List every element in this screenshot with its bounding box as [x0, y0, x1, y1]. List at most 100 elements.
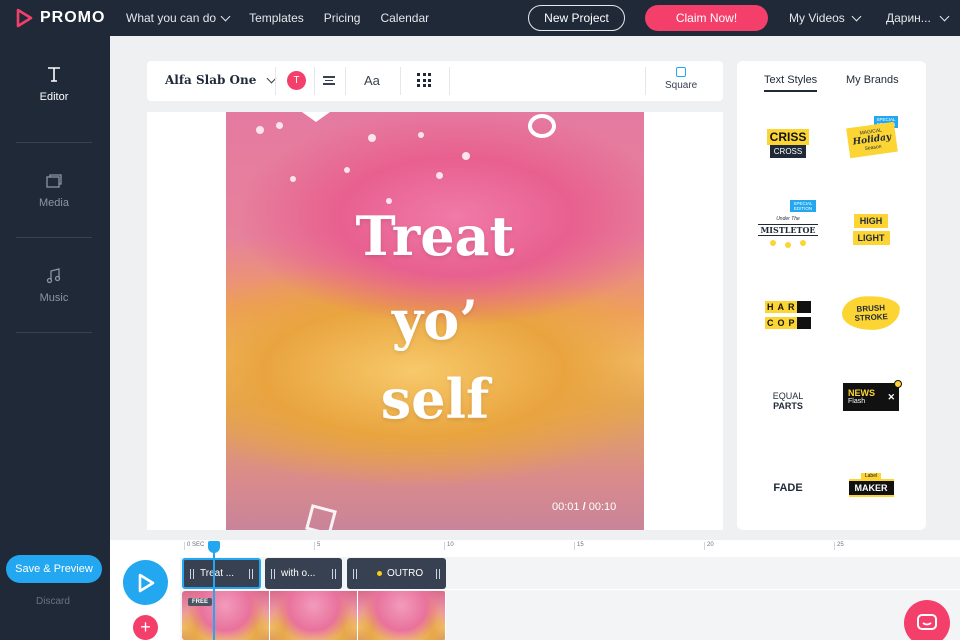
drag-handle-icon[interactable] [353, 568, 357, 579]
media-thumbnail [358, 591, 446, 640]
sidebar-item-music[interactable]: Music [16, 238, 92, 333]
text-toolbar: Alfa Slab One T Aa Square [147, 61, 723, 101]
discard-link[interactable]: Discard [0, 596, 106, 607]
style-under-the-mistletoe[interactable]: SPECIAL EDITION Under The MISTLETOE [756, 199, 820, 251]
video-preview[interactable]: Treat yo’ self 00:01 / 00:10 [226, 112, 644, 530]
my-videos-menu[interactable]: My Videos [789, 11, 862, 25]
drag-handle-icon[interactable] [249, 568, 253, 579]
divider [16, 332, 92, 333]
style-equal-parts[interactable]: EQUAL PARTS [756, 375, 820, 427]
time-readout: 00:01 / 00:10 [552, 501, 616, 513]
new-project-button[interactable]: New Project [528, 5, 625, 31]
ruler-tick: 5 [314, 542, 320, 550]
play-icon [138, 573, 154, 592]
sprinkle [290, 176, 296, 182]
sprinkle [436, 172, 443, 179]
style-criss-cross[interactable]: CRISS CROSS [756, 117, 820, 169]
style-brush-stroke[interactable]: BRUSH STROKE [839, 287, 903, 339]
drag-handle-icon[interactable] [332, 568, 336, 579]
chat-icon [917, 614, 937, 630]
divider [275, 67, 276, 95]
ruler-tick: 20 [704, 542, 714, 550]
top-bar: PROMO What you can do Templates Pricing … [0, 0, 960, 36]
decorative-square [305, 504, 337, 530]
style-magical-holiday[interactable]: SPECIAL EDITION MAGICAL Holiday Season [839, 111, 903, 163]
playhead[interactable] [213, 541, 215, 640]
divider [314, 67, 315, 95]
square-label: Square [665, 80, 698, 91]
style-high-light[interactable]: HIGH LIGHT [839, 203, 903, 255]
decorative-shape [302, 112, 330, 122]
headline-line-1[interactable]: Treat [226, 204, 644, 268]
font-size-button[interactable]: Aa [364, 73, 380, 88]
ornament-icon [785, 242, 791, 248]
headline-line-2[interactable]: yo’ [226, 288, 644, 352]
sidebar-item-label: Media [39, 196, 69, 209]
clip-with-o[interactable]: with o... [265, 558, 342, 589]
square-format-toggle[interactable]: Square [665, 67, 697, 91]
chat-button[interactable] [904, 600, 950, 640]
nav-label: Calendar [380, 11, 430, 25]
clip-outro[interactable]: OUTRO [347, 558, 446, 589]
media-clip[interactable] [182, 591, 446, 640]
sprinkle [256, 126, 264, 134]
drag-handle-icon[interactable] [271, 568, 275, 579]
sidebar-item-media[interactable]: Media [16, 143, 92, 238]
ornament-icon [800, 240, 806, 246]
nav-what-you-can-do[interactable]: What you can do [126, 11, 231, 25]
add-scene-button[interactable]: + [133, 615, 158, 640]
style-text: FADE [773, 482, 803, 494]
drag-handle-icon[interactable] [436, 568, 440, 579]
timeline-ruler: 0 SEC 5 10 15 20 25 [180, 540, 960, 556]
nav-calendar[interactable]: Calendar [380, 11, 429, 25]
style-text: Under The [776, 216, 800, 222]
clip-treat[interactable]: Treat ... [182, 558, 261, 589]
text-color-button[interactable]: T [287, 71, 306, 90]
nav-pricing[interactable]: Pricing [324, 11, 361, 25]
time-separator: / [582, 501, 586, 513]
divider [449, 67, 450, 95]
total-time: 00:10 [588, 501, 617, 513]
save-preview-button[interactable]: Save & Preview [6, 555, 102, 583]
ruler-tick: 0 SEC [184, 542, 204, 550]
claim-now-button[interactable]: Claim Now! [645, 5, 768, 31]
free-badge: FREE [188, 598, 213, 606]
logo[interactable]: PROMO [14, 8, 114, 28]
nav-templates[interactable]: Templates [249, 11, 304, 25]
sprinkle [344, 167, 350, 173]
music-note-icon [46, 267, 61, 283]
style-text: SPECIAL EDITION [790, 200, 816, 212]
sidebar-item-editor[interactable]: Editor [16, 36, 92, 131]
align-center-icon[interactable] [323, 74, 335, 86]
style-text: PARTS [773, 401, 803, 411]
style-fade[interactable]: FADE [756, 462, 820, 514]
divider [345, 67, 346, 95]
decorative-ring [528, 114, 556, 138]
ornament-icon [770, 240, 776, 246]
dot-icon [894, 380, 902, 388]
tab-my-brands[interactable]: My Brands [846, 74, 899, 90]
style-text: HARD [765, 301, 811, 313]
dot-icon [377, 571, 382, 576]
style-news-flash[interactable]: NEWS Flash ✕ [839, 371, 903, 423]
user-menu[interactable]: Дарин... [886, 11, 950, 25]
sidebar-item-label: Music [39, 291, 69, 304]
grid-layout-icon[interactable] [417, 73, 431, 87]
clip-label: Treat ... [200, 568, 235, 579]
playhead-handle[interactable] [208, 541, 220, 553]
play-button[interactable] [123, 560, 168, 605]
clip-label: with o... [281, 568, 316, 579]
tab-text-styles[interactable]: Text Styles [764, 74, 818, 92]
font-select[interactable]: Alfa Slab One [165, 73, 277, 87]
style-text: EQUAL [772, 391, 804, 401]
drag-handle-icon[interactable] [190, 568, 194, 579]
style-text: MAKER [848, 479, 894, 497]
sprinkle [368, 134, 376, 142]
style-text: CRISS [766, 128, 810, 145]
style-label-maker[interactable]: Label MAKER [839, 459, 903, 511]
ruler-tick: 15 [574, 542, 584, 550]
sidebar: Editor Media Music [0, 36, 110, 640]
headline-line-3[interactable]: self [226, 367, 644, 431]
style-hard-copy[interactable]: HARD COPY [756, 289, 820, 341]
sprinkle [276, 122, 283, 129]
